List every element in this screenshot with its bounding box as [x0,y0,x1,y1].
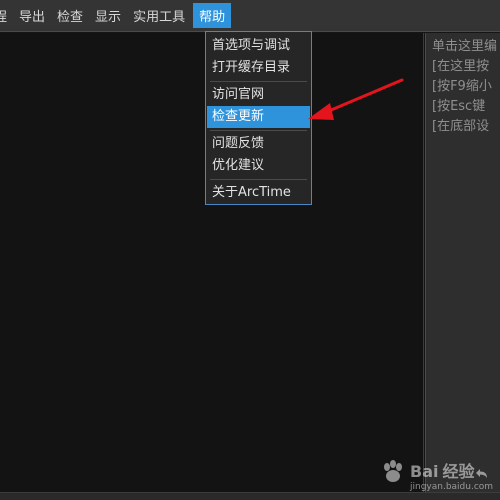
hint-line: 单击这里编 [432,39,498,54]
baidu-watermark: Bai 经验 jingyan.baidu.com [380,455,493,492]
menu-export[interactable]: 导出 [13,0,51,31]
watermark-brand: Bai [410,462,439,481]
hint-line: [按F9缩小 [432,79,492,94]
menu-bar: 程 导出 检查 显示 实用工具 帮助 [0,0,500,32]
menu-help[interactable]: 帮助 [193,3,232,28]
paw-icon [384,460,402,482]
hint-line: [按Esc键 [432,99,486,114]
menu-check[interactable]: 检查 [51,0,89,31]
help-dropdown-menu: 首选项与调试 打开缓存目录 访问官网 检查更新 问题反馈 优化建议 关于ArcT… [205,31,312,205]
menu-item-feedback[interactable]: 问题反馈 [206,133,311,155]
menu-item-open-cache-dir[interactable]: 打开缓存目录 [206,57,311,79]
watermark-url: jingyan.baidu.com [410,482,494,492]
hint-line: [在底部设 [432,119,490,134]
menu-item-visit-website[interactable]: 访问官网 [206,84,311,106]
menu-separator [210,179,307,180]
menu-item-check-updates[interactable]: 检查更新 [207,106,310,128]
watermark-text: 经验 [442,462,475,481]
menu-item-about[interactable]: 关于ArcTime [206,182,311,204]
bottom-scrollbar[interactable] [0,492,500,500]
menu-separator [210,130,307,131]
subtitle-editor-pane[interactable]: 单击这里编 [在这里按 [按F9缩小 [按Esc键 [在底部设 [425,33,500,492]
menu-display[interactable]: 显示 [89,0,127,31]
menu-item-suggestions[interactable]: 优化建议 [206,155,311,177]
undo-icon[interactable] [472,465,490,483]
menu-separator [210,81,307,82]
hint-line: [在这里按 [432,59,490,74]
menu-item-preferences[interactable]: 首选项与调试 [206,35,311,57]
menu-tools[interactable]: 实用工具 [127,0,191,31]
menu-project[interactable]: 程 [0,0,13,31]
